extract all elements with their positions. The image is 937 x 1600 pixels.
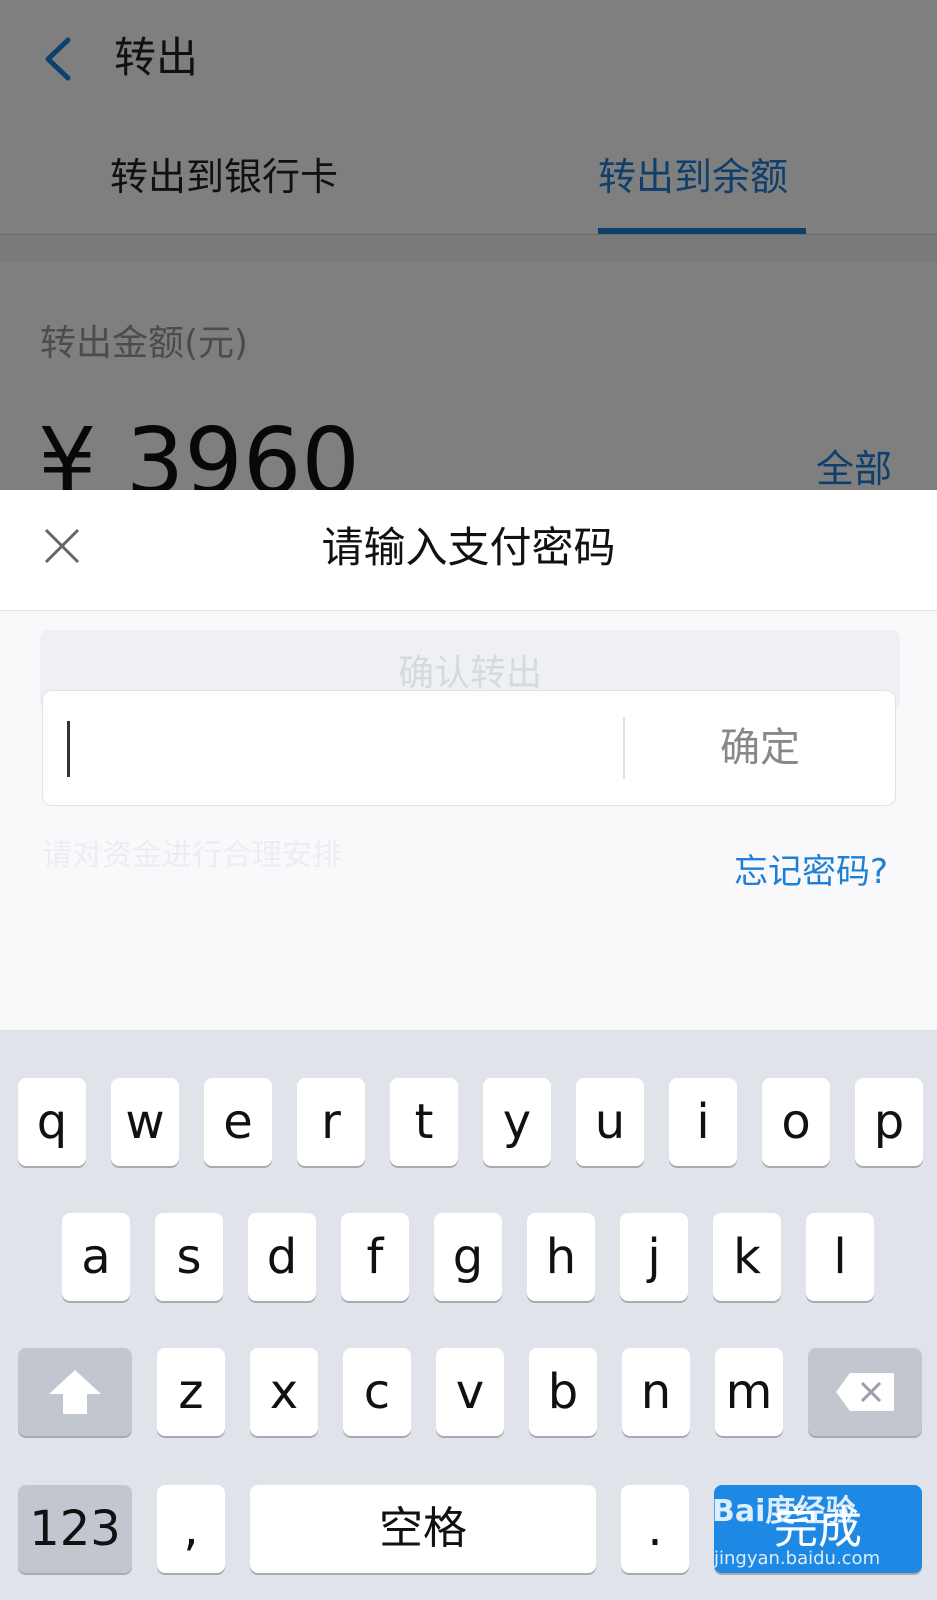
key-o[interactable]: o (762, 1078, 830, 1166)
active-tab-indicator (598, 228, 806, 234)
all-amount-link[interactable]: 全部 (816, 438, 892, 490)
page-title: 转出 (114, 33, 199, 82)
keyboard: q w e r t y u i o p a s d f g h j k l z … (0, 1030, 937, 1600)
background-note: 请对资金进行合理安排 (42, 838, 342, 873)
top-nav-bar: 转出 (0, 0, 937, 123)
key-g[interactable]: g (434, 1213, 502, 1301)
key-q[interactable]: q (18, 1078, 86, 1166)
key-f[interactable]: f (341, 1213, 409, 1301)
key-i[interactable]: i (669, 1078, 737, 1166)
background-screen: 转出 转出到银行卡 转出到余额 转出金额(元) ¥ 3960 全部 (0, 0, 937, 490)
key-r[interactable]: r (297, 1078, 365, 1166)
key-x[interactable]: x (250, 1348, 318, 1436)
amount-value: ¥ 3960 (38, 408, 360, 491)
done-key[interactable]: 完成 (714, 1485, 922, 1573)
delete-key[interactable] (808, 1348, 922, 1436)
key-d[interactable]: d (248, 1213, 316, 1301)
key-z[interactable]: z (157, 1348, 225, 1436)
backspace-icon (836, 1373, 894, 1411)
key-s[interactable]: s (155, 1213, 223, 1301)
transfer-tabs: 转出到银行卡 转出到余额 (0, 122, 937, 235)
period-key[interactable]: . (621, 1485, 689, 1573)
key-w[interactable]: w (111, 1078, 179, 1166)
dialog-title: 请输入支付密码 (321, 523, 616, 572)
key-n[interactable]: n (622, 1348, 690, 1436)
key-j[interactable]: j (620, 1213, 688, 1301)
key-v[interactable]: v (436, 1348, 504, 1436)
key-l[interactable]: l (806, 1213, 874, 1301)
background-confirm-label: 确认转出 (397, 653, 542, 694)
key-a[interactable]: a (62, 1213, 130, 1301)
shift-key[interactable] (18, 1348, 132, 1436)
key-p[interactable]: p (855, 1078, 923, 1166)
key-c[interactable]: c (343, 1348, 411, 1436)
key-m[interactable]: m (715, 1348, 783, 1436)
key-b[interactable]: b (529, 1348, 597, 1436)
key-k[interactable]: k (713, 1213, 781, 1301)
amount-section: 转出金额(元) ¥ 3960 全部 (0, 262, 937, 490)
space-key[interactable]: 空格 (250, 1485, 596, 1573)
tab-to-bank-card[interactable]: 转出到银行卡 (110, 152, 338, 202)
numbers-key[interactable]: 123 (18, 1485, 132, 1573)
password-input[interactable]: 确定 (42, 690, 896, 806)
key-y[interactable]: y (483, 1078, 551, 1166)
key-t[interactable]: t (390, 1078, 458, 1166)
confirm-button[interactable]: 确定 (625, 691, 895, 805)
chevron-left-icon[interactable] (38, 34, 78, 84)
amount-label: 转出金额(元) (40, 323, 249, 364)
key-h[interactable]: h (527, 1213, 595, 1301)
comma-key[interactable]: , (157, 1485, 225, 1573)
key-e[interactable]: e (204, 1078, 272, 1166)
tab-to-balance[interactable]: 转出到余额 (598, 152, 788, 202)
password-dialog: 确认转出 请对资金进行合理安排 请输入支付密码 确定 忘记密码? (0, 490, 937, 1030)
key-u[interactable]: u (576, 1078, 644, 1166)
dialog-header: 请输入支付密码 (0, 490, 937, 611)
forgot-password-link[interactable]: 忘记密码? (734, 844, 888, 893)
shift-arrow-icon (49, 1370, 101, 1414)
text-cursor (67, 721, 70, 777)
